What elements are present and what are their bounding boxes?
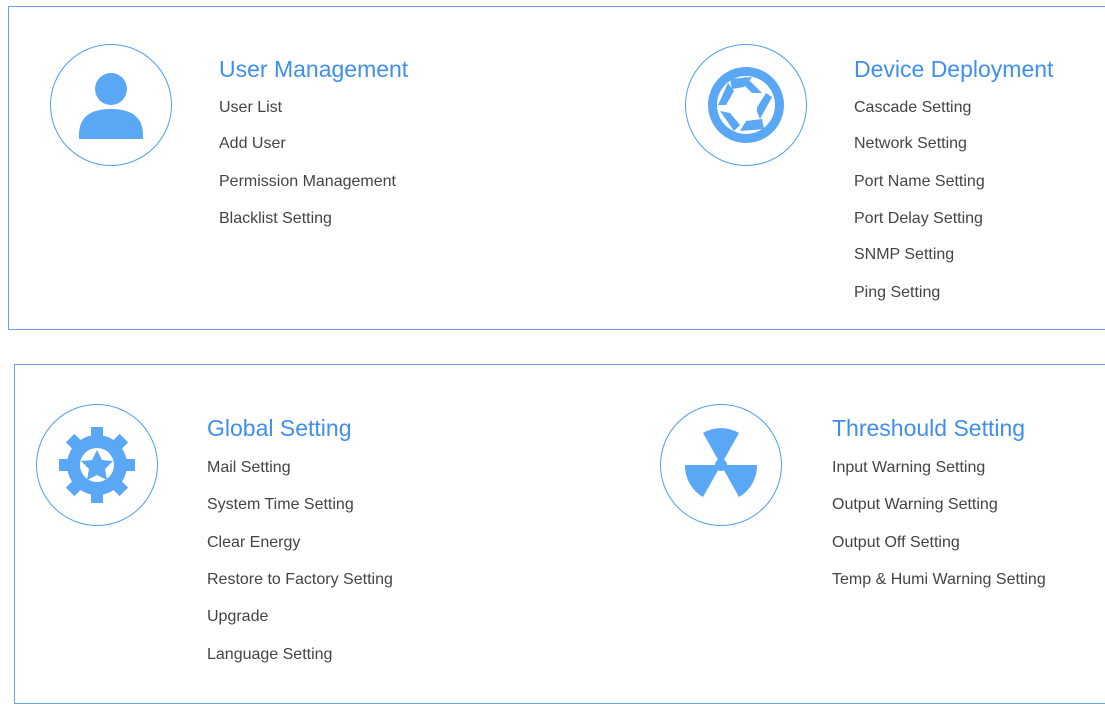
menu-item-port-name-setting[interactable]: Port Name Setting — [854, 173, 985, 191]
menu-item-snmp-setting[interactable]: SNMP Setting — [854, 246, 954, 264]
gear-icon — [59, 427, 135, 503]
menu-item-user-list[interactable]: User List — [219, 99, 282, 117]
menu-item-output-off-setting[interactable]: Output Off Setting — [832, 534, 960, 552]
device-deployment-icon-circle — [685, 44, 807, 166]
menu-item-blacklist-setting[interactable]: Blacklist Setting — [219, 210, 332, 228]
user-management-icon-circle — [50, 44, 172, 166]
user-management-title[interactable]: User Management — [219, 56, 408, 83]
device-deployment-title[interactable]: Device Deployment — [854, 56, 1053, 83]
menu-item-permission-management[interactable]: Permission Management — [219, 173, 396, 191]
global-setting-icon-circle — [36, 404, 158, 526]
fan-icon — [684, 428, 758, 497]
aperture-icon — [708, 67, 784, 143]
menu-item-ping-setting[interactable]: Ping Setting — [854, 284, 940, 302]
menu-item-input-warning-setting[interactable]: Input Warning Setting — [832, 459, 985, 477]
menu-item-cascade-setting[interactable]: Cascade Setting — [854, 99, 971, 117]
menu-item-temp-humi-warning-setting[interactable]: Temp & Humi Warning Setting — [832, 571, 1046, 589]
user-icon — [79, 73, 143, 139]
top-panel — [8, 6, 1105, 330]
global-setting-title[interactable]: Global Setting — [207, 415, 351, 442]
menu-item-language-setting[interactable]: Language Setting — [207, 646, 332, 664]
menu-item-output-warning-setting[interactable]: Output Warning Setting — [832, 496, 998, 514]
menu-item-system-time-setting[interactable]: System Time Setting — [207, 496, 354, 514]
menu-item-upgrade[interactable]: Upgrade — [207, 608, 268, 626]
threshould-setting-title[interactable]: Threshould Setting — [832, 415, 1025, 442]
menu-item-mail-setting[interactable]: Mail Setting — [207, 459, 291, 477]
menu-item-clear-energy[interactable]: Clear Energy — [207, 534, 300, 552]
threshould-setting-icon-circle — [660, 404, 782, 526]
menu-item-network-setting[interactable]: Network Setting — [854, 135, 967, 153]
menu-item-port-delay-setting[interactable]: Port Delay Setting — [854, 210, 983, 228]
menu-item-add-user[interactable]: Add User — [219, 135, 286, 153]
menu-item-restore-factory-setting[interactable]: Restore to Factory Setting — [207, 571, 393, 589]
